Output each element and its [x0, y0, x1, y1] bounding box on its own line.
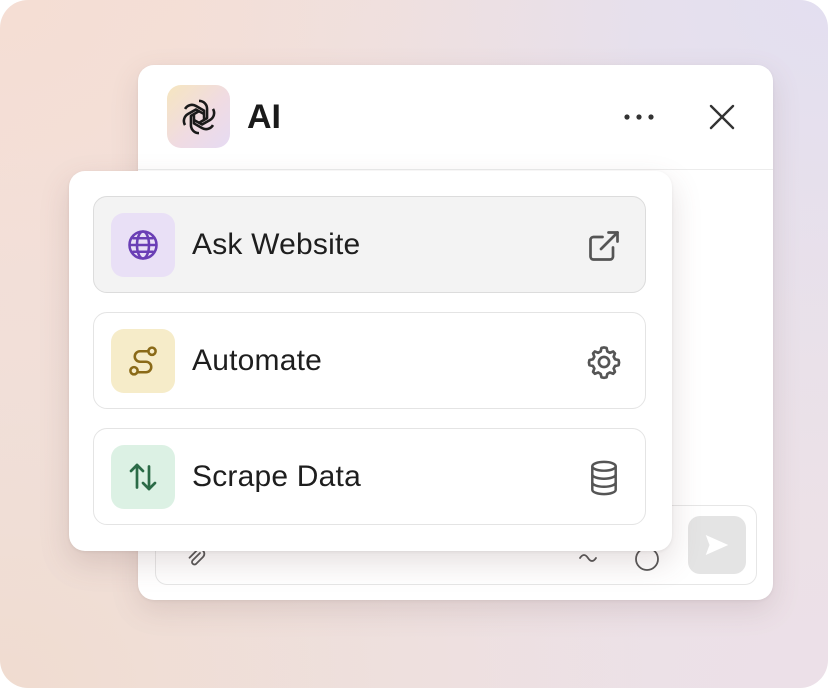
route-icon-tile: [111, 329, 175, 393]
menu-item-label: Ask Website: [192, 228, 361, 261]
arrows-up-down-icon: [129, 463, 157, 491]
arrows-up-down-icon-tile: [111, 445, 175, 509]
more-horizontal-icon: [624, 114, 654, 120]
menu-item-label: Automate: [192, 344, 323, 377]
window-title: AI: [247, 98, 281, 136]
window-header: AI: [138, 65, 773, 170]
more-options-button[interactable]: [619, 99, 659, 135]
route-icon: [129, 346, 157, 376]
globe-icon-tile: [111, 213, 175, 277]
close-icon: [709, 104, 735, 130]
menu-item-scrape-data[interactable]: Scrape Data: [93, 428, 646, 525]
menu-item-label: Scrape Data: [192, 460, 361, 493]
background: AI Ask Website Automate Scrape Data: [0, 0, 828, 688]
openai-logo-icon: [167, 85, 230, 148]
external-link-icon: [585, 227, 623, 265]
menu-item-ask-website[interactable]: Ask Website: [93, 196, 646, 293]
globe-icon: [128, 230, 158, 260]
send-button[interactable]: [688, 516, 746, 574]
menu-item-automate[interactable]: Automate: [93, 312, 646, 409]
action-menu: Ask Website Automate Scrape Data: [69, 171, 672, 551]
send-icon: [705, 535, 729, 555]
settings-gear-icon: [585, 343, 623, 381]
close-button[interactable]: [702, 97, 742, 137]
database-icon: [585, 459, 623, 497]
